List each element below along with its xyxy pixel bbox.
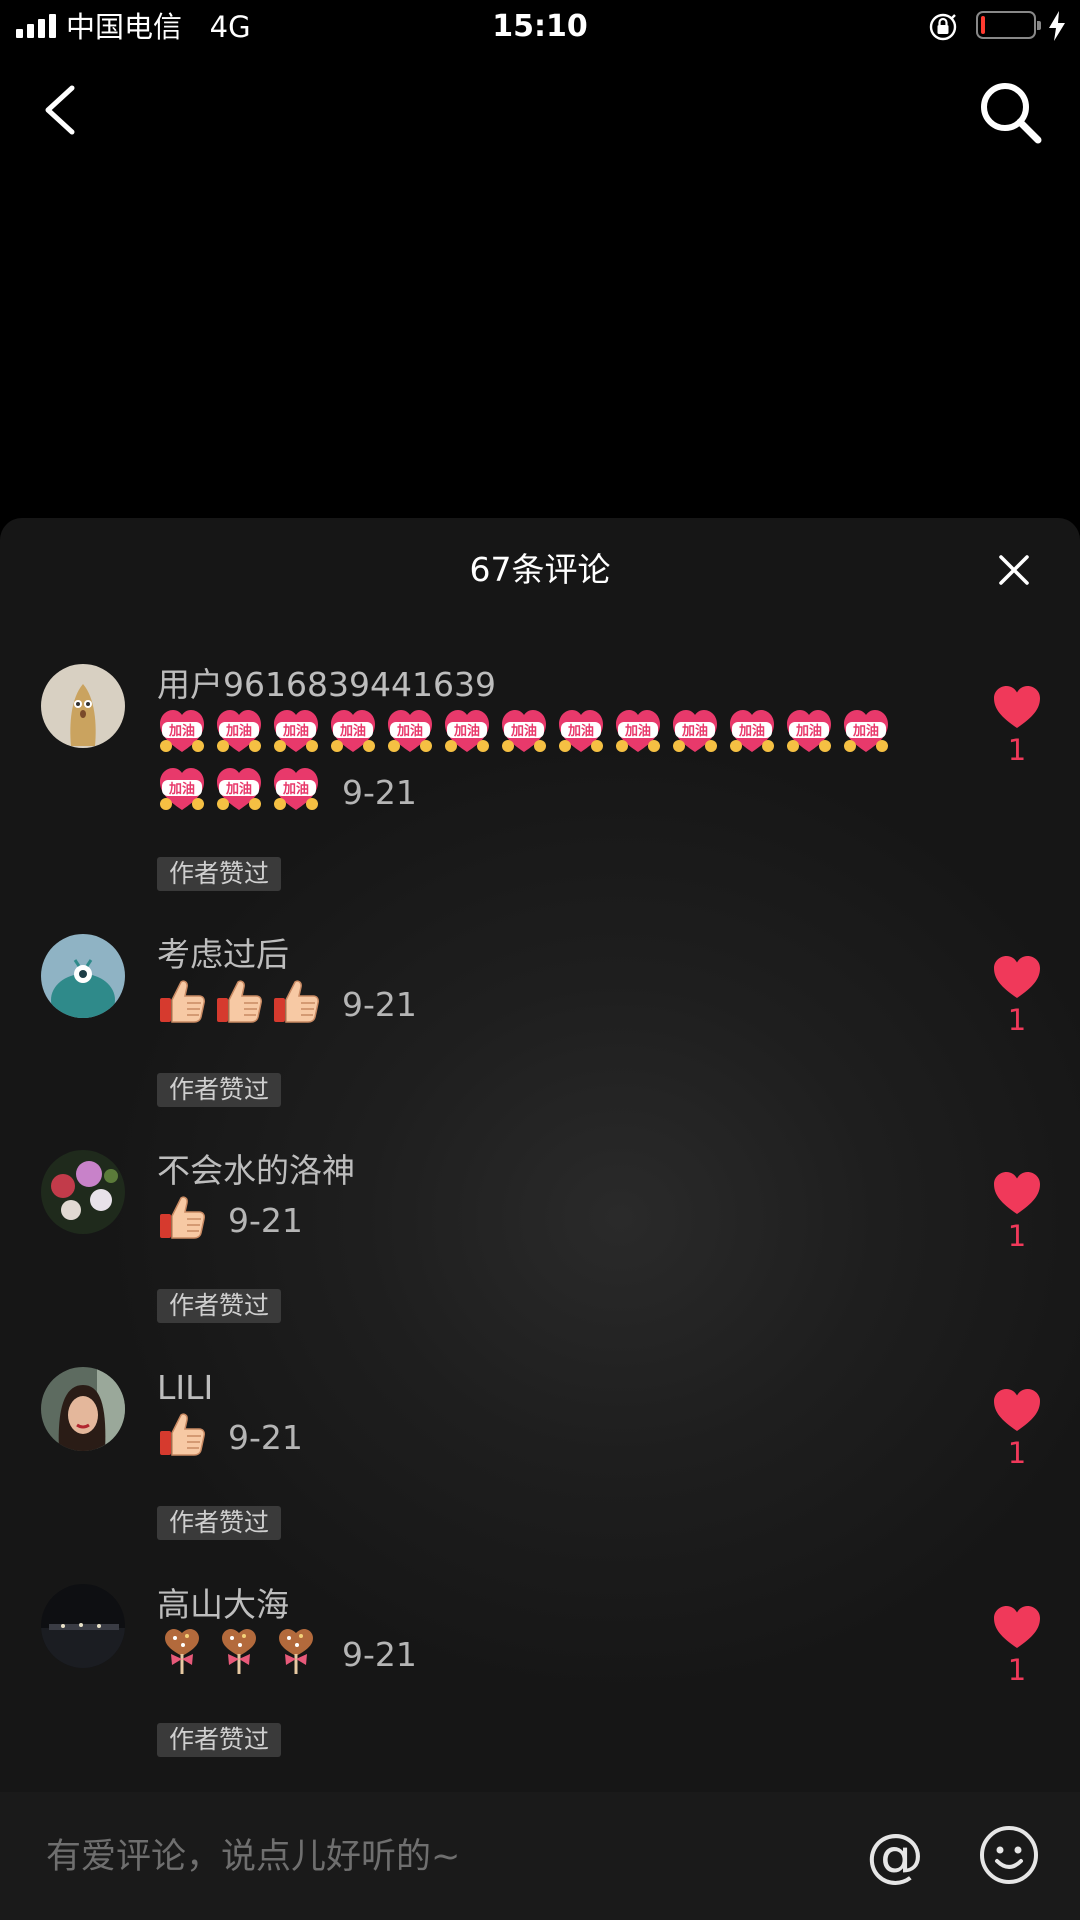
author-liked-badge: 作者赞过 bbox=[157, 857, 282, 891]
like-button[interactable]: 1 bbox=[988, 954, 1046, 1038]
avatar[interactable] bbox=[41, 934, 125, 1018]
lollipop-emoji-icon bbox=[271, 1626, 321, 1676]
jiayou-emoji-icon bbox=[841, 706, 891, 756]
orientation-lock-icon bbox=[929, 13, 957, 41]
battery-level-fill bbox=[981, 16, 985, 34]
comment-text: 9-21 bbox=[157, 974, 917, 1034]
thumbs-up-emoji-icon bbox=[157, 1192, 207, 1242]
comment-date: 9-21 bbox=[228, 1200, 303, 1240]
thumbs-up-emoji-icon bbox=[157, 1409, 207, 1459]
heart-icon bbox=[992, 1170, 1042, 1216]
comment-item: 不会水的洛神 9-21 作者赞过 1 bbox=[0, 1150, 1080, 1323]
thumbs-up-emoji-icon bbox=[157, 976, 207, 1026]
jiayou-emoji-icon bbox=[784, 706, 834, 756]
avatar[interactable] bbox=[41, 664, 125, 748]
jiayou-emoji-row bbox=[157, 713, 898, 810]
emoji-picker-button[interactable] bbox=[978, 1824, 1040, 1886]
comment-username[interactable]: 考虑过后 bbox=[157, 934, 289, 976]
avatar[interactable] bbox=[41, 1150, 125, 1234]
heart-icon bbox=[992, 954, 1042, 1000]
status-time: 15:10 bbox=[492, 9, 588, 44]
comment-input[interactable] bbox=[44, 1828, 828, 1886]
jiayou-emoji-icon bbox=[271, 764, 321, 814]
jiayou-emoji-icon bbox=[157, 706, 207, 756]
like-count: 1 bbox=[1007, 733, 1027, 767]
battery-icon bbox=[976, 11, 1041, 39]
heart-icon bbox=[992, 1387, 1042, 1433]
comment-item: 考虑过后 9-21 作者赞过 1 bbox=[0, 934, 1080, 1107]
author-liked-badge: 作者赞过 bbox=[157, 1723, 282, 1757]
status-bar: 中国电信 4G 15:10 bbox=[0, 0, 1080, 54]
jiayou-emoji-icon bbox=[727, 706, 777, 756]
comment-text: 9-21 bbox=[157, 704, 917, 822]
thumbs-up-emoji-row bbox=[157, 983, 328, 1022]
comment-date: 9-21 bbox=[342, 1634, 417, 1674]
like-count: 1 bbox=[1007, 1219, 1027, 1253]
jiayou-emoji-icon bbox=[670, 706, 720, 756]
jiayou-emoji-icon bbox=[613, 706, 663, 756]
like-count: 1 bbox=[1007, 1436, 1027, 1470]
comment-item: 用户9616839441639 9-21 作者赞过 1 bbox=[0, 664, 1080, 891]
jiayou-emoji-icon bbox=[385, 706, 435, 756]
jiayou-emoji-icon bbox=[328, 706, 378, 756]
avatar[interactable] bbox=[41, 1367, 125, 1451]
like-button[interactable]: 1 bbox=[988, 684, 1046, 768]
thumbs-up-emoji-row bbox=[157, 1199, 214, 1238]
close-comments-button[interactable] bbox=[996, 552, 1032, 588]
like-button[interactable]: 1 bbox=[988, 1387, 1046, 1471]
mention-button[interactable]: @ bbox=[864, 1824, 926, 1886]
comment-username[interactable]: 高山大海 bbox=[157, 1584, 289, 1626]
author-liked-badge: 作者赞过 bbox=[157, 1506, 282, 1540]
jiayou-emoji-icon bbox=[556, 706, 606, 756]
heart-icon bbox=[992, 1604, 1042, 1650]
comment-text: 9-21 bbox=[157, 1190, 917, 1250]
jiayou-emoji-icon bbox=[157, 764, 207, 814]
comment-item: 高山大海 9-21 作者赞过 1 bbox=[0, 1584, 1080, 1757]
thumbs-up-emoji-icon bbox=[214, 976, 264, 1026]
jiayou-emoji-icon bbox=[214, 764, 264, 814]
comment-date: 9-21 bbox=[342, 772, 417, 812]
comment-date: 9-21 bbox=[228, 1417, 303, 1457]
author-liked-badge: 作者赞过 bbox=[157, 1073, 282, 1107]
jiayou-emoji-icon bbox=[214, 706, 264, 756]
like-count: 1 bbox=[1007, 1003, 1027, 1037]
comment-item: LILI 9-21 作者赞过 1 bbox=[0, 1367, 1080, 1540]
author-liked-badge: 作者赞过 bbox=[157, 1289, 282, 1323]
jiayou-emoji-icon bbox=[271, 706, 321, 756]
comment-date: 9-21 bbox=[342, 984, 417, 1024]
comment-input-bar: @ bbox=[0, 1792, 1080, 1920]
comment-username[interactable]: 用户9616839441639 bbox=[157, 664, 496, 706]
thumbs-up-emoji-icon bbox=[271, 976, 321, 1026]
comment-username[interactable]: LILI bbox=[157, 1367, 213, 1409]
comment-text: 9-21 bbox=[157, 1407, 917, 1467]
comment-text: 9-21 bbox=[157, 1624, 917, 1684]
lollipop-emoji-icon bbox=[214, 1626, 264, 1676]
lollipop-emoji-row bbox=[157, 1633, 328, 1672]
heart-icon bbox=[992, 684, 1042, 730]
thumbs-up-emoji-row bbox=[157, 1416, 214, 1455]
back-button[interactable] bbox=[36, 80, 86, 140]
search-button[interactable] bbox=[976, 78, 1046, 148]
like-button[interactable]: 1 bbox=[988, 1604, 1046, 1688]
jiayou-emoji-icon bbox=[442, 706, 492, 756]
like-button[interactable]: 1 bbox=[988, 1170, 1046, 1254]
comments-count-title: 67条评论 bbox=[469, 550, 611, 589]
jiayou-emoji-icon bbox=[499, 706, 549, 756]
lollipop-emoji-icon bbox=[157, 1626, 207, 1676]
comments-sheet: 67条评论 用户9616839441639 9-21 作者赞过 1 考虑过后 9… bbox=[0, 518, 1080, 1920]
comment-username[interactable]: 不会水的洛神 bbox=[157, 1150, 355, 1192]
charging-bolt-icon bbox=[1049, 11, 1065, 41]
avatar[interactable] bbox=[41, 1584, 125, 1668]
like-count: 1 bbox=[1007, 1653, 1027, 1687]
